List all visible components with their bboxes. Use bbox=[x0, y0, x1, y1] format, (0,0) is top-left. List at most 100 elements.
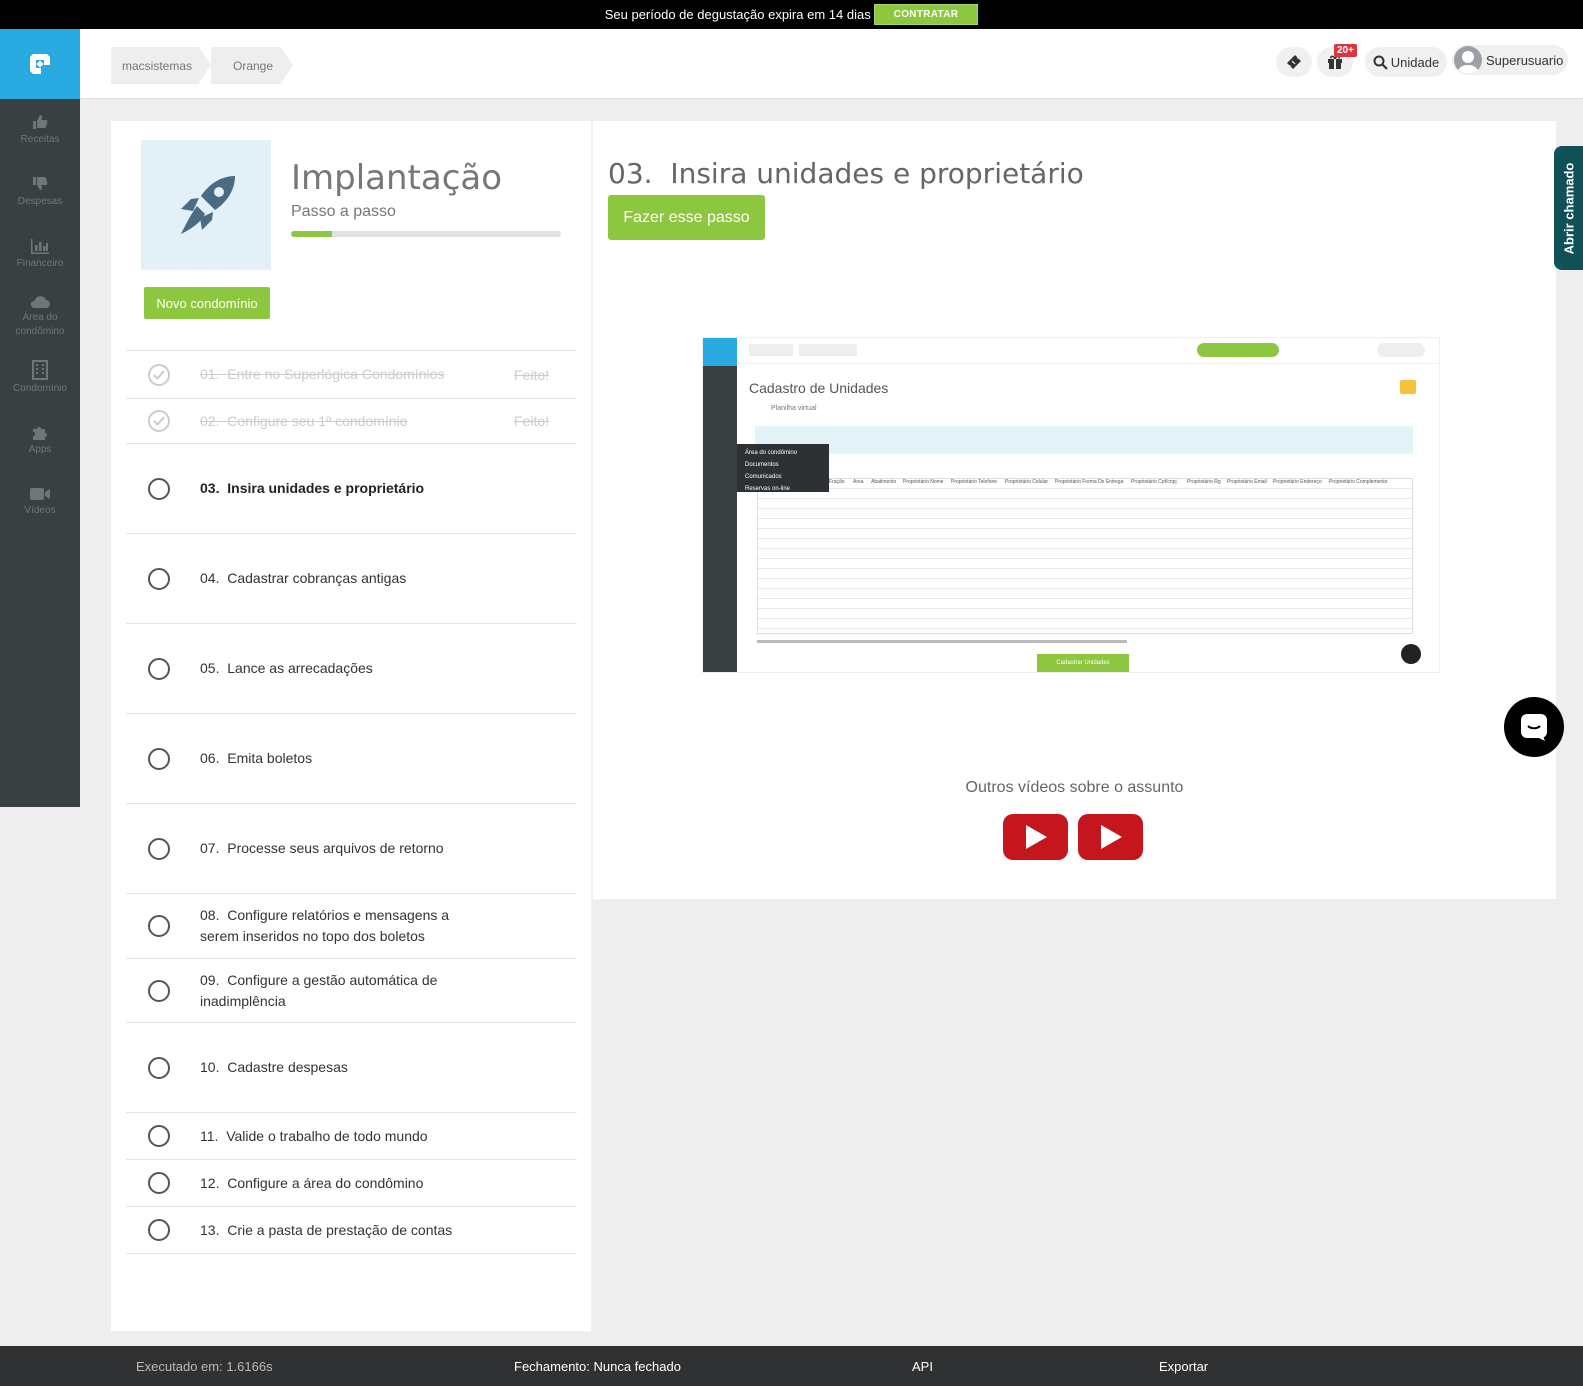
closing-status[interactable]: Fechamento: Nunca fechado bbox=[514, 1359, 681, 1374]
progress-bar bbox=[291, 231, 561, 237]
notification-badge: 20+ bbox=[1334, 44, 1357, 57]
done-label: Feito! bbox=[513, 366, 549, 383]
video-section-label: Planilha virtual bbox=[771, 405, 817, 412]
step-label: 08. Configure relatórios e mensagens a s… bbox=[200, 907, 450, 944]
sidebar-item-despesas[interactable]: Despesas bbox=[0, 161, 80, 223]
video-camera-icon bbox=[30, 488, 50, 500]
breadcrumb-account[interactable]: macsistemas bbox=[111, 47, 211, 84]
progress-fill bbox=[291, 231, 332, 237]
sidebar-item-videos[interactable]: Vídeos bbox=[0, 471, 80, 533]
user-name: Superusuario bbox=[1486, 52, 1564, 68]
step-circle-icon bbox=[148, 747, 170, 770]
step-item[interactable]: 11. Valide o trabalho de todo mundo bbox=[126, 1113, 577, 1160]
sidebar-label: Receitas bbox=[20, 134, 60, 145]
implantacao-panel: Implantação Passo a passo Novo condomíni… bbox=[111, 121, 591, 1331]
video-submit-button: Cadastrar Unidades bbox=[1037, 654, 1129, 672]
contratar-button[interactable]: CONTRATAR bbox=[873, 4, 979, 25]
ticket-icon bbox=[1287, 55, 1301, 69]
thumbs-down-icon bbox=[33, 177, 48, 190]
user-menu[interactable]: Superusuario bbox=[1452, 45, 1568, 75]
step-circle-icon bbox=[148, 915, 170, 937]
done-label: Feito! bbox=[513, 413, 549, 429]
sidebar-item-area-condomino[interactable]: Área do condômino bbox=[0, 285, 80, 347]
sidebar-label: Condomínio bbox=[13, 383, 67, 394]
step-label: 11. Valide o trabalho de todo mundo bbox=[200, 1127, 428, 1144]
chat-button[interactable] bbox=[1504, 697, 1564, 757]
step-item[interactable]: 09. Configure a gestão automática de ina… bbox=[126, 959, 577, 1023]
step-label: 10. Cadastre despesas bbox=[200, 1059, 348, 1075]
step-label: 04. Cadastrar cobranças antigas bbox=[200, 570, 407, 586]
step-circle-icon bbox=[148, 979, 170, 1002]
check-icon bbox=[148, 410, 170, 432]
step-item[interactable]: 13. Crie a pasta de prestação de contas bbox=[126, 1207, 577, 1254]
api-link[interactable]: API bbox=[912, 1359, 933, 1374]
sidebar-item-financeiro[interactable]: Financeiro bbox=[0, 223, 80, 285]
sidebar-item-receitas[interactable]: Receitas bbox=[0, 99, 80, 161]
step-label: 03. Insira unidades e proprietário bbox=[200, 480, 425, 496]
breadcrumb-condominio[interactable]: Orange bbox=[211, 47, 293, 84]
new-condominio-button[interactable]: Novo condomínio bbox=[144, 287, 270, 319]
execution-time: Executado em: 1.6166s bbox=[136, 1359, 273, 1374]
step-item[interactable]: 02. Configure seu 1º condomínio Feito! bbox=[126, 399, 577, 444]
step-item[interactable]: 01. Entre no Superlógica Condomínios Fei… bbox=[126, 351, 577, 399]
step-label: 07. Processe seus arquivos de retorno bbox=[200, 840, 444, 856]
sidebar-item-condominio[interactable]: Condomínio bbox=[0, 347, 80, 409]
step-label: 13. Crie a pasta de prestação de contas bbox=[200, 1221, 453, 1238]
step-circle-icon bbox=[148, 477, 170, 500]
youtube-video-2[interactable] bbox=[1078, 814, 1143, 860]
sidebar-label: Apps bbox=[28, 444, 52, 455]
step-circle-icon bbox=[148, 1056, 170, 1079]
step-label: 12. Configure a área do condômino bbox=[200, 1174, 424, 1191]
search-icon bbox=[1373, 55, 1388, 70]
step-item[interactable]: 06. Emita boletos bbox=[126, 714, 577, 804]
building-icon bbox=[32, 360, 48, 380]
footer: Executado em: 1.6166s Fechamento: Nunca … bbox=[0, 1346, 1583, 1386]
user-avatar-icon bbox=[1457, 51, 1479, 74]
sidebar-item-apps[interactable]: Apps bbox=[0, 409, 80, 471]
unit-search-button[interactable]: Unidade bbox=[1365, 47, 1447, 77]
chat-icon bbox=[1521, 714, 1547, 741]
youtube-play-icon bbox=[1025, 825, 1047, 849]
video-screen-title: Cadastro de Unidades bbox=[749, 380, 889, 396]
step-item[interactable]: 05. Lance as arrecadações bbox=[126, 624, 577, 714]
sidebar-label: Despesas bbox=[17, 196, 63, 207]
step-item[interactable]: 10. Cadastre despesas bbox=[126, 1023, 577, 1113]
tutorial-video[interactable]: Cadastro de Unidades Planilha virtual Fr… bbox=[702, 337, 1440, 673]
page-subtitle: Passo a passo bbox=[291, 203, 396, 220]
video-spreadsheet bbox=[757, 478, 1413, 634]
step-label: 06. Emita boletos bbox=[200, 750, 313, 766]
avatar bbox=[1454, 46, 1482, 74]
bar-chart-icon bbox=[31, 239, 49, 254]
sidebar: Receitas Despesas Financeiro Área do con… bbox=[0, 99, 80, 807]
tickets-button[interactable] bbox=[1276, 47, 1312, 77]
export-link[interactable]: Exportar bbox=[1159, 1359, 1208, 1374]
video-header bbox=[737, 338, 1439, 364]
step-item[interactable]: 03. Insira unidades e proprietário bbox=[126, 444, 577, 534]
video-info-box bbox=[755, 426, 1413, 454]
trial-message: Seu período de degustação expira em 14 d… bbox=[604, 7, 871, 22]
step-item[interactable]: 08. Configure relatórios e mensagens a s… bbox=[126, 894, 577, 959]
top-header: macsistemas Orange 20+ Unidade Superusua… bbox=[80, 29, 1583, 99]
step-label: 01. Entre no Superlógica Condomínios bbox=[200, 366, 445, 382]
step-circle-icon bbox=[148, 1172, 170, 1194]
youtube-video-1[interactable] bbox=[1003, 814, 1068, 860]
more-videos-label: Outros vídeos sobre o assunto bbox=[965, 779, 1184, 796]
step-detail-title: 03. Insira unidades e proprietário bbox=[608, 157, 1084, 190]
logo-icon bbox=[30, 54, 50, 74]
step-item[interactable]: 04. Cadastrar cobranças antigas bbox=[126, 534, 577, 624]
do-step-button[interactable]: Fazer esse passo bbox=[608, 195, 765, 240]
step-circle-icon bbox=[148, 567, 170, 590]
step-item[interactable]: 12. Configure a área do condômino bbox=[126, 1160, 577, 1207]
step-label: 09. Configure a gestão automática de ina… bbox=[200, 971, 438, 1009]
step-circle-icon bbox=[148, 837, 170, 860]
cloud-icon bbox=[30, 296, 50, 308]
step-circle-icon bbox=[148, 1219, 170, 1241]
rocket-illustration bbox=[141, 140, 271, 270]
step-item[interactable]: 07. Processe seus arquivos de retorno bbox=[126, 804, 577, 894]
open-ticket-tab[interactable]: Abrir chamado bbox=[1554, 146, 1583, 270]
check-icon bbox=[148, 363, 170, 386]
app-logo[interactable] bbox=[0, 29, 80, 99]
video-columns: Fração Área Abatimento Proprietário Nome… bbox=[829, 479, 1388, 485]
page-title: Implantação bbox=[291, 158, 503, 198]
sidebar-label: Financeiro bbox=[16, 258, 64, 269]
